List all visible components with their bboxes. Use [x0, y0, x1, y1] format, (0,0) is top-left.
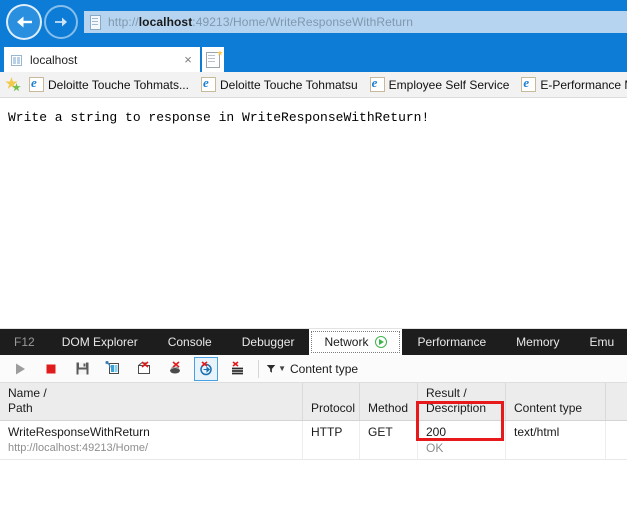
url-path: :49213/Home/WriteResponseWithReturn: [192, 15, 414, 29]
tab-label: Network: [324, 335, 369, 349]
column-header-result-description[interactable]: Result / Description: [418, 383, 506, 420]
tab-console[interactable]: Console: [153, 329, 227, 355]
column-header-method[interactable]: Method: [360, 383, 418, 420]
tab-label: Memory: [516, 335, 560, 349]
add-to-favorites-icon[interactable]: [5, 76, 22, 93]
new-tab-icon: [206, 51, 220, 68]
browser-chrome: http://localhost:49213/Home/WriteRespons…: [0, 0, 627, 72]
column-header-protocol[interactable]: Protocol: [303, 383, 360, 420]
browser-tab-localhost[interactable]: localhost ×: [4, 47, 200, 72]
request-content-type: text/html: [514, 425, 560, 439]
favorite-item-3[interactable]: Employee Self Service: [369, 77, 510, 92]
tab-title: localhost: [30, 52, 78, 67]
cell-content-type: text/html: [506, 421, 606, 459]
funnel-icon[interactable]: ▼: [266, 357, 286, 381]
play-recording-icon[interactable]: [375, 336, 388, 348]
back-button[interactable]: [6, 4, 42, 40]
address-bar[interactable]: http://localhost:49213/Home/WriteRespons…: [84, 11, 627, 33]
clear-entries-icon[interactable]: [132, 357, 156, 381]
request-result-code: 200: [426, 425, 447, 439]
tab-memory[interactable]: Memory: [501, 329, 574, 355]
tab-label: Performance: [417, 335, 487, 349]
tab-dom-explorer[interactable]: DOM Explorer: [47, 329, 153, 355]
header-line-2: Description: [426, 401, 487, 415]
cell-overflow: [606, 421, 627, 459]
column-header-overflow[interactable]: [606, 383, 627, 420]
table-header-row: Name / Path Protocol Method Result / Des…: [0, 383, 627, 421]
tab-performance[interactable]: Performance: [402, 329, 501, 355]
header-line-1: Content type: [514, 401, 583, 415]
tab-strip: localhost ×: [0, 44, 627, 72]
column-header-content-type[interactable]: Content type: [506, 383, 606, 420]
clear-session-on-navigate-icon[interactable]: [101, 357, 125, 381]
chevron-down-icon[interactable]: ▼: [278, 364, 286, 373]
favorite-item-2[interactable]: Deloitte Touche Tohmatsu: [200, 77, 358, 92]
new-tab-button[interactable]: [202, 47, 224, 72]
favorite-label: Deloitte Touche Tohmats...: [48, 77, 189, 92]
url-host: localhost: [138, 15, 193, 29]
network-requests-table: Name / Path Protocol Method Result / Des…: [0, 383, 627, 460]
network-toolbar: ▼ Content type: [0, 355, 627, 383]
header-line-1: Method: [368, 401, 409, 415]
request-result-description: OK: [426, 441, 444, 455]
tab-label: Debugger: [241, 335, 295, 349]
cell-method: GET: [360, 421, 418, 459]
request-protocol: HTTP: [311, 425, 343, 439]
stop-profiling-icon[interactable]: [39, 357, 63, 381]
tab-debugger[interactable]: Debugger: [227, 329, 310, 355]
url-scheme: http://: [108, 15, 139, 29]
ie-page-icon: [369, 77, 385, 92]
tab-emulation[interactable]: Emu: [575, 329, 627, 355]
header-line-1: Name /: [8, 386, 47, 400]
developer-tools: F12 DOM Explorer Console Debugger Networ…: [0, 328, 627, 518]
favorite-label: E-Performance M: [540, 77, 627, 92]
favorite-label: Employee Self Service: [388, 77, 510, 92]
favorite-item-1[interactable]: Deloitte Touche Tohmats...: [29, 77, 189, 92]
tab-label: Emu: [589, 335, 615, 349]
cell-result-description: 200 OK: [418, 421, 506, 459]
header-line-1: Result /: [426, 386, 467, 400]
page-body-text: Write a string to response in WriteRespo…: [8, 110, 430, 125]
devtools-tab-bar: F12 DOM Explorer Console Debugger Networ…: [0, 329, 627, 355]
request-method: GET: [368, 425, 393, 439]
always-refresh-from-server-icon[interactable]: [194, 356, 218, 381]
save-icon[interactable]: [70, 357, 94, 381]
ie-page-icon: [29, 77, 44, 92]
tab-label: DOM Explorer: [61, 335, 138, 349]
tab-label: Console: [167, 335, 212, 349]
tab-favicon-icon: [10, 53, 24, 67]
toolbar-divider: [258, 359, 259, 378]
tab-network[interactable]: Network: [309, 329, 403, 355]
column-header-name-path[interactable]: Name / Path: [0, 383, 303, 420]
forward-button[interactable]: [44, 5, 78, 39]
favorite-item-4[interactable]: E-Performance M: [521, 77, 627, 92]
navigation-row: http://localhost:49213/Home/WriteRespons…: [0, 0, 627, 44]
ie-page-icon: [521, 77, 537, 92]
filter-label: Content type: [290, 361, 359, 376]
favorite-label: Deloitte Touche Tohmatsu: [219, 77, 358, 92]
cell-name-path: WriteResponseWithReturn http://localhost…: [0, 421, 303, 459]
cell-protocol: HTTP: [303, 421, 360, 459]
close-icon[interactable]: ×: [180, 52, 196, 67]
network-table-empty-area: [0, 460, 627, 518]
request-path: http://localhost:49213/Home/: [8, 442, 149, 454]
page-viewport: Write a string to response in WriteRespo…: [0, 98, 627, 328]
ie-page-icon: [200, 77, 216, 92]
start-profiling-icon[interactable]: [8, 357, 32, 381]
header-line-1: Protocol: [311, 401, 356, 415]
page-icon: [88, 14, 102, 30]
address-bar-url: http://localhost:49213/Home/WriteRespons…: [108, 15, 413, 29]
clear-cookies-icon[interactable]: [163, 357, 187, 381]
header-line-2: Path: [8, 401, 33, 415]
table-row[interactable]: WriteResponseWithReturn http://localhost…: [0, 421, 627, 460]
clear-cache-icon[interactable]: [225, 357, 249, 381]
favorites-bar: Deloitte Touche Tohmats... Deloitte Touc…: [0, 72, 627, 98]
request-name: WriteResponseWithReturn: [8, 425, 150, 439]
f12-label: F12: [14, 335, 35, 349]
